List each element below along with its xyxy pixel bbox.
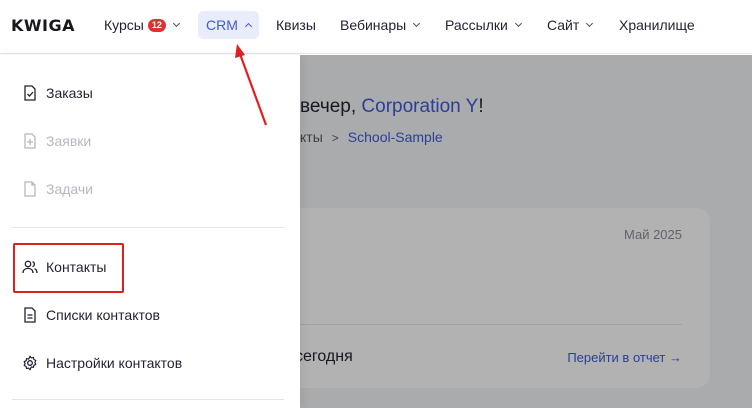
- annotation-arrow-icon: [235, 44, 268, 126]
